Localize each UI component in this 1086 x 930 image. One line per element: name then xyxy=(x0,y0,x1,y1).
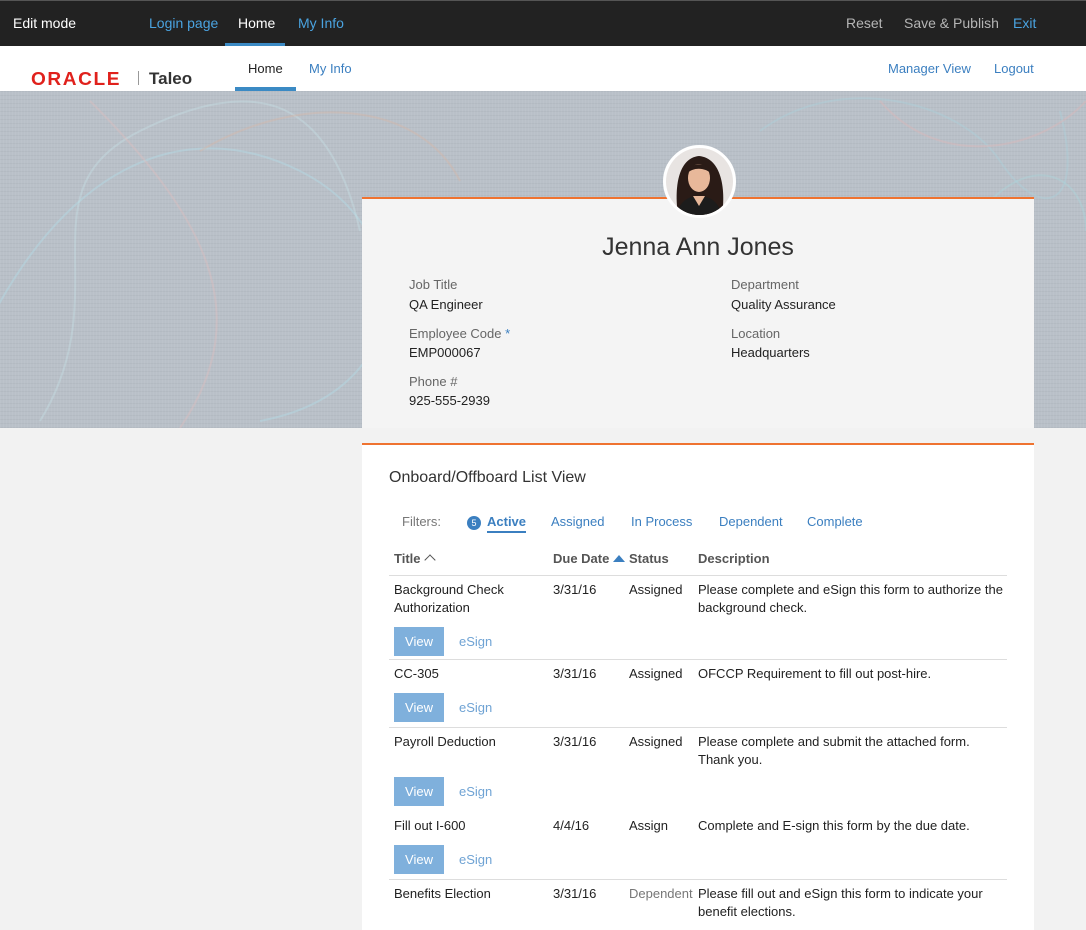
view-button[interactable]: View xyxy=(394,845,444,874)
row-status: Assigned xyxy=(629,734,683,749)
logo-oracle: ORACLE xyxy=(31,69,122,89)
department-label: Department xyxy=(731,277,799,292)
view-button[interactable]: View xyxy=(394,627,444,656)
row-due-date: 4/4/16 xyxy=(553,818,590,833)
row-status: Assign xyxy=(629,818,669,833)
app-header: ORACLE Taleo Home My Info Manager View L… xyxy=(0,46,1086,93)
required-marker: * xyxy=(505,326,511,341)
table-row: Benefits Election 3/31/16 Dependent Plea… xyxy=(389,879,1007,930)
row-description: Please fill out and eSign this form to i… xyxy=(698,886,983,919)
filter-dependent[interactable]: Dependent xyxy=(719,514,783,529)
oracle-taleo-logo: ORACLE Taleo xyxy=(23,58,200,93)
employee-name: Jenna Ann Jones xyxy=(602,233,794,261)
col-description-header[interactable]: Description xyxy=(698,551,770,566)
col-title-label: Title xyxy=(394,551,421,566)
employee-code-value: EMP000067 xyxy=(409,345,481,360)
department-value: Quality Assurance xyxy=(731,297,836,312)
nav-home[interactable]: Home xyxy=(238,15,275,31)
location-value: Headquarters xyxy=(731,345,810,360)
row-title: Benefits Election xyxy=(394,886,491,901)
filter-complete[interactable]: Complete xyxy=(807,514,863,529)
list-title: Onboard/Offboard List View xyxy=(389,469,586,486)
row-title: Fill out I-600 xyxy=(394,818,466,833)
profile-card: Jenna Ann Jones Job Title QA Engineer Em… xyxy=(362,197,1034,428)
logo-separator xyxy=(138,71,139,85)
active-count-badge: 5 xyxy=(467,516,481,530)
logo-taleo: Taleo xyxy=(149,69,193,88)
col-due-date-header[interactable]: Due Date xyxy=(553,551,626,566)
location-label: Location xyxy=(731,326,781,341)
row-description: Please complete and eSign this form to a… xyxy=(698,582,1003,615)
view-button[interactable]: View xyxy=(394,777,444,806)
nav-my-info[interactable]: My Info xyxy=(298,15,344,31)
row-status: Dependent xyxy=(629,886,693,901)
row-due-date: 3/31/16 xyxy=(553,734,597,749)
logout-link[interactable]: Logout xyxy=(994,61,1034,76)
row-due-date: 3/31/16 xyxy=(553,886,597,901)
col-title-header[interactable]: Title xyxy=(394,551,436,566)
filters-label: Filters: xyxy=(402,514,441,529)
table-row: Background Check Authorization 3/31/16 A… xyxy=(389,575,1007,661)
save-publish-button[interactable]: Save & Publish xyxy=(904,15,999,31)
job-title-label: Job Title xyxy=(409,277,458,292)
exit-button[interactable]: Exit xyxy=(1013,15,1036,31)
view-button[interactable]: View xyxy=(394,693,444,722)
sort-active-icon xyxy=(613,555,626,562)
filter-in-process[interactable]: In Process xyxy=(631,514,692,529)
row-description: Complete and E-sign this form by the due… xyxy=(698,818,970,833)
filter-assigned[interactable]: Assigned xyxy=(551,514,604,529)
esign-link[interactable]: eSign xyxy=(459,852,492,867)
esign-link[interactable]: eSign xyxy=(459,784,492,799)
row-title: CC-305 xyxy=(394,666,439,681)
row-due-date: 3/31/16 xyxy=(553,666,597,681)
tab-my-info[interactable]: My Info xyxy=(309,61,352,76)
filter-active[interactable]: Active xyxy=(487,514,527,533)
phone-value: 925-555-2939 xyxy=(409,393,490,408)
esign-link[interactable]: eSign xyxy=(459,634,492,649)
job-title-value: QA Engineer xyxy=(409,297,483,312)
employee-code-label-text: Employee Code xyxy=(409,326,502,341)
row-title: Payroll Deduction xyxy=(394,734,496,749)
row-status: Assigned xyxy=(629,582,683,597)
tab-home[interactable]: Home xyxy=(248,61,283,76)
table-row: Payroll Deduction 3/31/16 Assigned Pleas… xyxy=(389,727,1007,813)
reset-button[interactable]: Reset xyxy=(846,15,883,31)
edit-mode-bar: Edit mode Login page Home My Info Reset … xyxy=(0,0,1086,47)
row-status: Assigned xyxy=(629,666,683,681)
row-description: Please complete and submit the attached … xyxy=(698,734,970,767)
employee-code-label: Employee Code * xyxy=(409,326,510,341)
row-due-date: 3/31/16 xyxy=(553,582,597,597)
table-row: Fill out I-600 4/4/16 Assign Complete an… xyxy=(389,812,1007,880)
esign-link[interactable]: eSign xyxy=(459,700,492,715)
row-description: OFCCP Requirement to fill out post-hire. xyxy=(698,666,932,681)
col-status-header[interactable]: Status xyxy=(629,551,669,566)
manager-view-link[interactable]: Manager View xyxy=(888,61,971,76)
row-title: Background Check Authorization xyxy=(394,582,504,615)
nav-login-page[interactable]: Login page xyxy=(149,15,218,31)
phone-label: Phone # xyxy=(409,374,458,389)
table-row: CC-305 3/31/16 Assigned OFCCP Requiremen… xyxy=(389,659,1007,727)
edit-mode-label: Edit mode xyxy=(13,15,77,31)
onboard-list-panel: Onboard/Offboard List View Filters: 5 Ac… xyxy=(362,443,1034,930)
col-due-date-label: Due Date xyxy=(553,551,610,566)
sort-ascending-icon xyxy=(423,554,436,566)
avatar-photo xyxy=(666,148,733,215)
avatar[interactable] xyxy=(663,145,736,218)
